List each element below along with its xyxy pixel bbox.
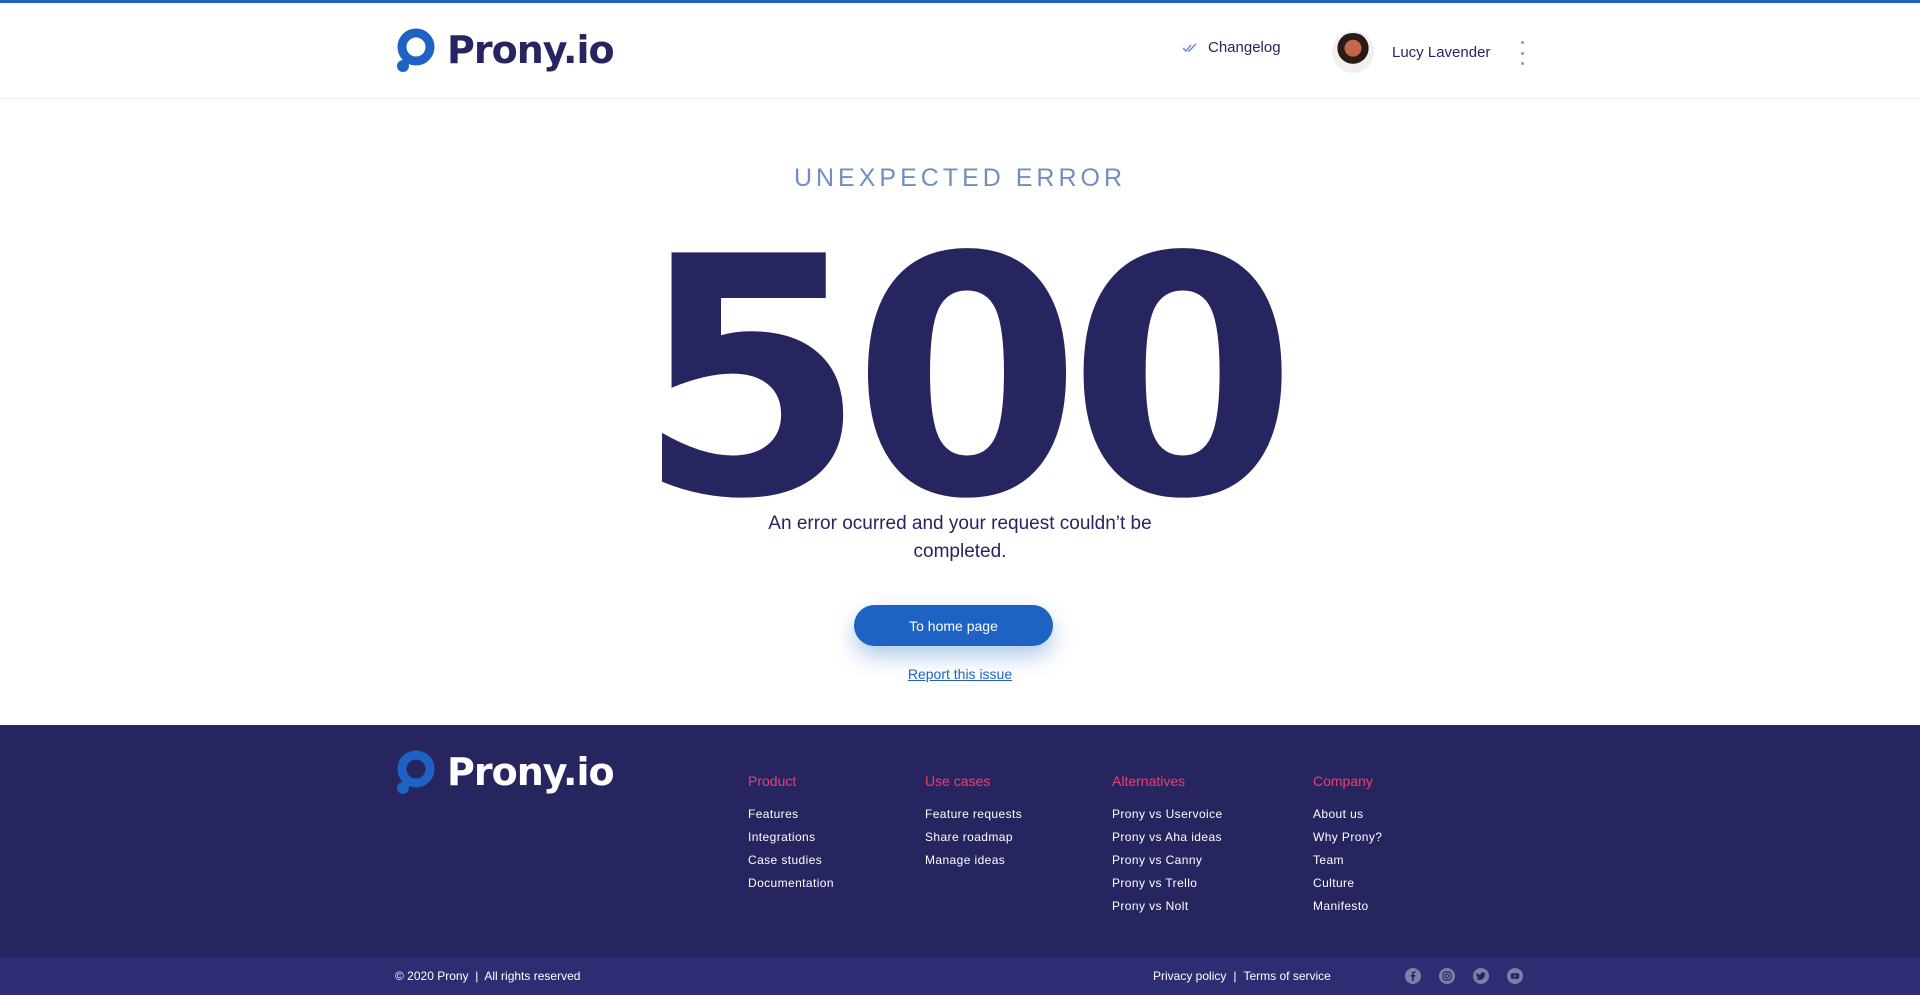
user-name: Lucy Lavender xyxy=(1392,43,1491,61)
footer-link[interactable]: About us xyxy=(1313,803,1382,826)
footer-column-alternatives: Alternatives Prony vs Uservoice Prony vs… xyxy=(1112,773,1223,918)
more-options-icon[interactable] xyxy=(1518,41,1526,65)
separator: | xyxy=(475,969,479,983)
privacy-policy-link[interactable]: Privacy policy xyxy=(1153,969,1226,983)
kebab-dot xyxy=(1520,41,1524,44)
user-menu[interactable]: Lucy Lavender xyxy=(1332,31,1490,73)
rights-text: All rights reserved xyxy=(484,969,581,983)
terms-of-service-link[interactable]: Terms of service xyxy=(1243,969,1330,983)
footer-link[interactable]: Prony vs Nolt xyxy=(1112,895,1223,918)
footer-link[interactable]: Culture xyxy=(1313,872,1382,895)
changelog-link[interactable]: Changelog xyxy=(1182,39,1281,56)
separator: | xyxy=(1233,969,1237,983)
social-links xyxy=(1405,968,1523,984)
double-check-icon xyxy=(1182,42,1197,52)
copyright-text: © 2020 Prony xyxy=(395,969,469,983)
footer-link[interactable]: Features xyxy=(748,803,834,826)
footer-column-title: Company xyxy=(1313,773,1373,789)
twitter-icon[interactable] xyxy=(1473,968,1489,984)
site-footer: Prony.io Product Features Integrations C… xyxy=(0,725,1920,957)
footer-link[interactable]: Case studies xyxy=(748,849,834,872)
kebab-dot xyxy=(1520,51,1524,55)
footer-link[interactable]: Why Prony? xyxy=(1313,826,1382,849)
home-page-button[interactable]: To home page xyxy=(854,605,1053,646)
youtube-icon[interactable] xyxy=(1507,968,1523,984)
changelog-label: Changelog xyxy=(1208,39,1281,56)
avatar[interactable] xyxy=(1332,31,1374,73)
footer-link[interactable]: Prony vs Trello xyxy=(1112,872,1223,895)
footer-column-title: Alternatives xyxy=(1112,773,1186,789)
error-message: An error ocurred and your request couldn… xyxy=(768,513,1152,562)
footer-column-company: Company About us Why Prony? Team Culture… xyxy=(1313,773,1382,918)
header-logo[interactable]: Prony.io xyxy=(395,27,615,73)
legal-links: Privacy policy | Terms of service xyxy=(1153,969,1331,983)
footer-logo[interactable]: Prony.io xyxy=(395,749,615,795)
footer-column-product: Product Features Integrations Case studi… xyxy=(748,773,834,895)
footer-column-title: Product xyxy=(748,773,797,789)
prony-logo-icon xyxy=(397,750,435,794)
facebook-icon[interactable] xyxy=(1405,968,1421,984)
instagram-icon[interactable] xyxy=(1439,968,1455,984)
footer-link[interactable]: Integrations xyxy=(748,826,834,849)
error-section: UNEXPECTED ERROR 500 An error ocurred an… xyxy=(0,100,1920,725)
footer-link[interactable]: Prony vs Aha ideas xyxy=(1112,826,1223,849)
footer-link[interactable]: Share roadmap xyxy=(925,826,1022,849)
footer-column-title: Use cases xyxy=(925,773,991,789)
footer-link[interactable]: Team xyxy=(1313,849,1382,872)
prony-logo-icon xyxy=(397,28,435,72)
footer-link[interactable]: Manage ideas xyxy=(925,849,1022,872)
logo-text: Prony.io xyxy=(447,28,615,72)
logo-text: Prony.io xyxy=(447,750,615,794)
footer-link[interactable]: Feature requests xyxy=(925,803,1022,826)
footer-link[interactable]: Documentation xyxy=(748,872,834,895)
footer-link[interactable]: Manifesto xyxy=(1313,895,1382,918)
footer-bottom-bar: © 2020 Prony | All rights reserved Priva… xyxy=(0,957,1920,995)
footer-column-use-cases: Use cases Feature requests Share roadmap… xyxy=(925,773,1022,872)
kebab-dot xyxy=(1520,62,1524,65)
copyright: © 2020 Prony | All rights reserved xyxy=(395,969,580,983)
report-issue-link[interactable]: Report this issue xyxy=(0,666,1920,682)
site-header: Prony.io Changelog Lucy Lavender xyxy=(0,3,1920,99)
footer-link[interactable]: Prony vs Canny xyxy=(1112,849,1223,872)
footer-link[interactable]: Prony vs Uservoice xyxy=(1112,803,1223,826)
